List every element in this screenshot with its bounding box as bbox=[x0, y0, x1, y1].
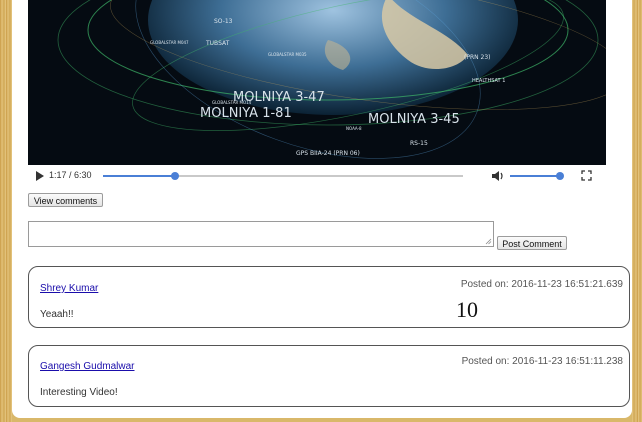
comment-author-link[interactable]: Gangesh Gudmalwar bbox=[40, 361, 135, 372]
satellite-label: GLOBALSTAR M035 bbox=[268, 52, 307, 57]
comment-input[interactable] bbox=[28, 221, 494, 247]
video-time: 1:17 / 6:30 bbox=[49, 170, 92, 180]
comment-card: Shrey Kumar Posted on: 2016-11-23 16:51:… bbox=[28, 266, 630, 328]
comment-text: Interesting Video! bbox=[40, 387, 118, 398]
satellite-label: MOLNIYA 3-45 bbox=[368, 112, 460, 127]
content-panel: MOLNIYA 3-47 MOLNIYA 1-81 MOLNIYA 3-45 G… bbox=[12, 0, 632, 418]
video-player[interactable]: MOLNIYA 3-47 MOLNIYA 1-81 MOLNIYA 3-45 G… bbox=[28, 0, 606, 165]
comment-timestamp: Posted on: 2016-11-23 16:51:11.238 bbox=[461, 356, 623, 367]
volume-level-fill bbox=[510, 175, 560, 177]
fullscreen-icon[interactable] bbox=[581, 170, 592, 181]
post-comment-button[interactable]: Post Comment bbox=[497, 236, 567, 250]
seek-thumb[interactable] bbox=[171, 172, 179, 180]
satellite-label: TUBSAT bbox=[206, 40, 230, 47]
comment-timestamp: Posted on: 2016-11-23 16:51:21.639 bbox=[460, 279, 623, 290]
satellite-label: RS-15 bbox=[410, 140, 428, 147]
resize-grip-icon[interactable] bbox=[485, 238, 492, 245]
satellite-label: NOAA-8 bbox=[346, 126, 362, 131]
page-border-left bbox=[0, 0, 12, 422]
volume-slider[interactable] bbox=[510, 172, 564, 180]
satellite-label: (PRN 23) bbox=[464, 54, 491, 61]
comment-score: 10 bbox=[456, 297, 478, 322]
satellite-label: MOLNIYA 1-81 bbox=[200, 106, 292, 121]
video-controls: 1:17 / 6:30 bbox=[28, 165, 606, 187]
seek-slider[interactable] bbox=[103, 172, 463, 180]
satellite-label: GLOBALSTAR M047 bbox=[150, 40, 189, 45]
comment-card: Gangesh Gudmalwar Posted on: 2016-11-23 … bbox=[28, 345, 630, 407]
satellite-label: GLOBALSTAR MO14 bbox=[212, 100, 252, 105]
view-comments-button[interactable]: View comments bbox=[28, 193, 103, 207]
page-border-right bbox=[632, 0, 642, 422]
satellite-label: HEALTHSAT 1 bbox=[472, 78, 506, 84]
play-icon[interactable] bbox=[36, 171, 44, 181]
volume-thumb[interactable] bbox=[556, 172, 564, 180]
comment-author-link[interactable]: Shrey Kumar bbox=[40, 283, 98, 294]
earth-satellite-visual bbox=[28, 0, 606, 165]
satellite-label: GPS BIIA-24 (PRN 06) bbox=[296, 150, 360, 157]
seek-progress-fill bbox=[103, 175, 175, 177]
volume-icon[interactable] bbox=[491, 169, 505, 183]
satellite-label: SO-13 bbox=[214, 18, 233, 25]
comment-text: Yeaah!! bbox=[40, 309, 74, 320]
